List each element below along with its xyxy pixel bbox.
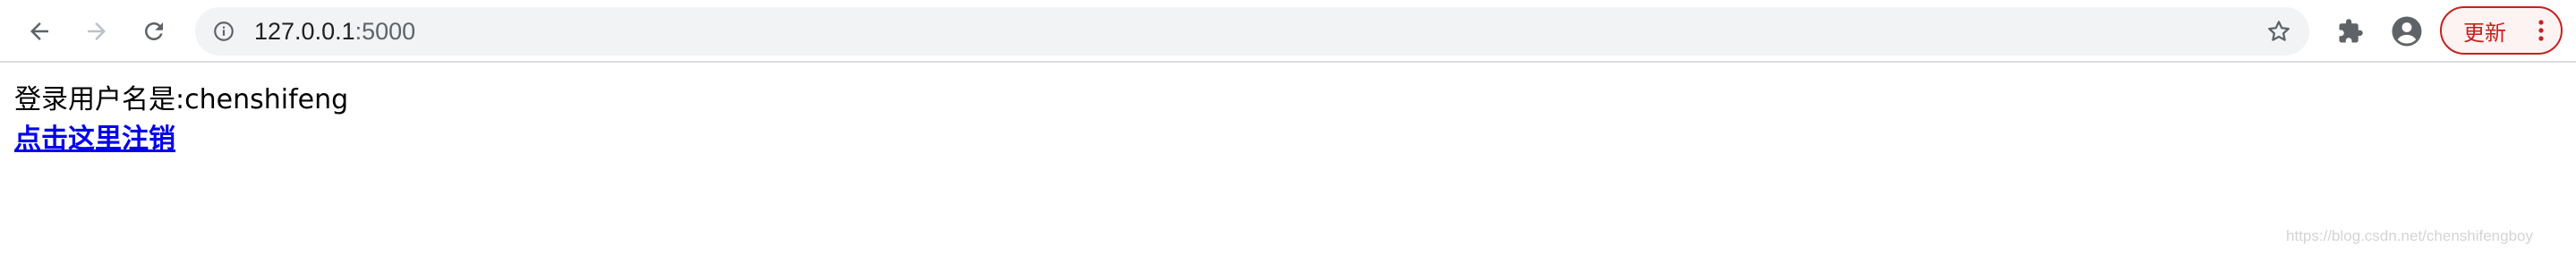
puzzle-extensions-icon — [2339, 19, 2363, 43]
update-button[interactable]: 更新 — [2440, 6, 2563, 55]
star-icon[interactable] — [2265, 17, 2293, 46]
url-text[interactable]: 127.0.0.1:5000 — [254, 7, 415, 55]
forward-button[interactable] — [75, 10, 118, 53]
reload-icon — [145, 22, 163, 40]
url-host: 127.0.0.1 — [254, 18, 355, 45]
back-arrow-icon — [30, 22, 48, 40]
info-icon[interactable] — [211, 19, 236, 44]
page-content: 登录用户名是:chenshifeng 点击这里注销 — [14, 81, 348, 159]
browser-toolbar: 127.0.0.1:5000 更新 — [0, 0, 2576, 63]
address-bar[interactable]: 127.0.0.1:5000 — [195, 7, 2309, 55]
back-button[interactable] — [18, 10, 61, 53]
profile-button[interactable] — [2385, 10, 2428, 53]
vertical-dots-menu-icon[interactable] — [2534, 18, 2548, 43]
url-port: :5000 — [354, 18, 416, 45]
profile-avatar-icon — [2392, 16, 2422, 47]
logout-link[interactable]: 点击这里注销 — [14, 124, 175, 155]
forward-arrow-icon — [88, 22, 106, 40]
login-username-text: 登录用户名是:chenshifeng — [14, 84, 349, 115]
watermark-text: https://blog.csdn.net/chenshifengboy — [2286, 227, 2533, 244]
update-button-label: 更新 — [2463, 20, 2506, 46]
reload-button[interactable] — [132, 10, 175, 53]
extensions-button[interactable] — [2329, 10, 2372, 53]
